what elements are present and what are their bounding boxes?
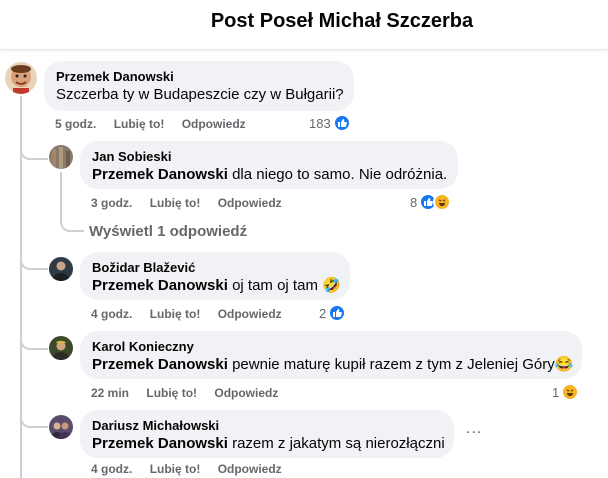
page-title: Post Poseł Michał Szczerba: [210, 10, 474, 32]
reply-bubble: Božidar Blažević Przemek Danowski oj tam…: [80, 252, 350, 300]
reply-text: Przemek Danowski dla niego to samo. Nie …: [92, 165, 448, 185]
reaction-summary[interactable]: 1: [552, 383, 580, 401]
reply-time[interactable]: 22 min: [91, 386, 129, 400]
reaction-count: 1: [552, 384, 560, 400]
thread-connector: [20, 330, 48, 350]
reply-button[interactable]: Odpowiedz: [182, 117, 246, 131]
avatar[interactable]: [49, 336, 73, 360]
reply-time[interactable]: 4 godz.: [91, 462, 132, 476]
reply-actions: 3 godz. Lubię to! Odpowiedz: [91, 196, 296, 210]
mention-link[interactable]: Przemek Danowski: [92, 166, 228, 183]
reaction-count: 8: [410, 194, 418, 210]
reaction-summary[interactable]: 2: [319, 304, 347, 322]
like-icon: [332, 114, 351, 132]
reaction-summary[interactable]: 183: [309, 114, 351, 132]
reply-bubble: Jan Sobieski Przemek Danowski dla niego …: [80, 141, 458, 189]
reply-message: oj tam oj tam 🤣: [232, 277, 341, 294]
reply-author[interactable]: Božidar Blažević: [92, 260, 338, 276]
nested-thread-line: [60, 172, 62, 216]
comment-bubble: Przemek Danowski Szczerba ty w Budapeszc…: [44, 61, 354, 111]
avatar[interactable]: [49, 415, 73, 439]
avatar[interactable]: [49, 257, 73, 281]
reply-text: Przemek Danowski pewnie maturę kupił raz…: [92, 355, 574, 375]
reply-bubble: Dariusz Michałowski Przemek Danowski raz…: [80, 410, 454, 458]
reply-actions: 22 min Lubię to! Odpowiedz: [91, 386, 292, 400]
reply-button[interactable]: Odpowiedz: [218, 307, 282, 321]
thread-connector: [20, 250, 48, 270]
comment-text: Szczerba ty w Budapeszcie czy w Bułgarii…: [56, 86, 344, 103]
reply-message: pewnie maturę kupił razem z tym z Jeleni…: [232, 356, 574, 373]
avatar[interactable]: [49, 145, 73, 169]
reply-author[interactable]: Dariusz Michałowski: [92, 418, 442, 434]
reply-time[interactable]: 3 godz.: [91, 196, 132, 210]
reply-button[interactable]: Odpowiedz: [218, 462, 282, 476]
reply-author[interactable]: Karol Konieczny: [92, 339, 570, 355]
like-icon: [328, 304, 347, 322]
like-button[interactable]: Lubię to!: [150, 196, 201, 210]
thread-connector: [20, 140, 48, 160]
comment-time[interactable]: 5 godz.: [55, 117, 96, 131]
like-button[interactable]: Lubię to!: [150, 462, 201, 476]
reaction-summary[interactable]: 8: [410, 193, 452, 211]
reply-author[interactable]: Jan Sobieski: [92, 149, 446, 165]
avatar[interactable]: [5, 62, 37, 94]
haha-icon: [433, 193, 452, 211]
mention-link[interactable]: Przemek Danowski: [92, 435, 228, 452]
reaction-count: 2: [319, 305, 327, 321]
reply-bubble: Karol Konieczny Przemek Danowski pewnie …: [80, 331, 582, 379]
post-header: Post Poseł Michał Szczerba: [0, 0, 608, 50]
reply-button[interactable]: Odpowiedz: [218, 196, 282, 210]
reply-actions: 4 godz. Lubię to! Odpowiedz: [91, 307, 296, 321]
more-options-button[interactable]: ...: [466, 420, 482, 438]
comment-author[interactable]: Przemek Danowski: [56, 69, 342, 85]
reply-message: razem z jakatym są nierozłączni: [232, 435, 445, 452]
like-button[interactable]: Lubię to!: [146, 386, 197, 400]
thread-connector: [20, 408, 48, 428]
haha-icon: [561, 383, 580, 401]
view-replies-link[interactable]: Wyświetl 1 odpowiedź: [89, 223, 247, 240]
reply-text: Przemek Danowski razem z jakatym są nier…: [92, 434, 445, 454]
comment-actions: 5 godz. Lubię to! Odpowiedz: [55, 117, 260, 131]
reply-text: Przemek Danowski oj tam oj tam 🤣: [92, 276, 341, 296]
reply-actions: 4 godz. Lubię to! Odpowiedz: [91, 462, 296, 476]
reply-button[interactable]: Odpowiedz: [214, 386, 278, 400]
like-button[interactable]: Lubię to!: [150, 307, 201, 321]
reply-message: dla niego to samo. Nie odróżnia.: [232, 166, 448, 183]
like-button[interactable]: Lubię to!: [114, 117, 165, 131]
reply-time[interactable]: 4 godz.: [91, 307, 132, 321]
mention-link[interactable]: Przemek Danowski: [92, 356, 228, 373]
reaction-count: 183: [309, 115, 331, 131]
nested-thread-connector: [60, 212, 84, 232]
mention-link[interactable]: Przemek Danowski: [92, 277, 228, 294]
